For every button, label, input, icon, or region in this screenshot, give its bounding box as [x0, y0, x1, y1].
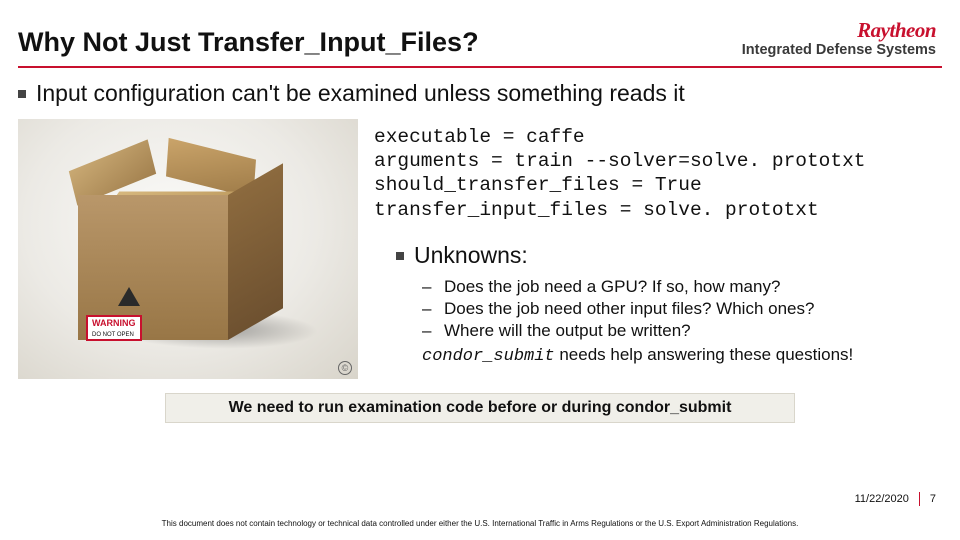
- list-item: – Does the job need a GPU? If so, how ma…: [422, 277, 942, 297]
- logo-brand-text: Raytheon: [857, 20, 936, 41]
- list-item-text: Does the job need other input files? Whi…: [444, 299, 814, 319]
- copyright-icon: ©: [338, 361, 352, 375]
- logo-subtitle-text: Integrated Defense Systems: [742, 43, 936, 58]
- square-bullet-icon: [396, 252, 404, 260]
- dash-bullet-icon: –: [422, 299, 434, 319]
- cardboard-box: WARNING DO NOT OPEN: [78, 159, 228, 209]
- dash-bullet-icon: –: [422, 277, 434, 297]
- list-item-text: Does the job need a GPU? If so, how many…: [444, 277, 780, 297]
- content-columns: WARNING DO NOT OPEN © executable = caffe…: [18, 119, 942, 379]
- callout-box: We need to run examination code before o…: [165, 393, 795, 423]
- code-snippet: executable = caffe arguments = train --s…: [374, 125, 942, 223]
- unknowns-heading-row: Unknowns:: [396, 242, 942, 269]
- warning-label-text: WARNING: [92, 318, 136, 328]
- hazard-triangle-icon: [118, 287, 140, 306]
- unknowns-list: – Does the job need a GPU? If so, how ma…: [422, 277, 942, 341]
- dash-bullet-icon: –: [422, 321, 434, 341]
- footer-date: 11/22/2020: [855, 493, 909, 505]
- brand-logo: Raytheon Integrated Defense Systems: [742, 20, 936, 58]
- footer-divider: [919, 492, 920, 506]
- text-column: executable = caffe arguments = train --s…: [374, 119, 942, 379]
- export-disclaimer: This document does not contain technolog…: [0, 519, 960, 528]
- unknowns-heading: Unknowns:: [414, 242, 528, 269]
- slide-footer: 11/22/2020 7: [855, 492, 936, 506]
- list-item: – Does the job need other input files? W…: [422, 299, 942, 319]
- list-item-text: Where will the output be written?: [444, 321, 691, 341]
- square-bullet-icon: [18, 90, 26, 98]
- page-title: Why Not Just Transfer_Input_Files?: [18, 27, 479, 58]
- warning-box-illustration: WARNING DO NOT OPEN ©: [18, 119, 358, 379]
- help-code-text: condor_submit: [422, 347, 555, 366]
- image-column: WARNING DO NOT OPEN ©: [18, 119, 358, 379]
- bullet-1: Input configuration can't be examined un…: [18, 80, 942, 107]
- warning-sticker: WARNING DO NOT OPEN: [86, 315, 142, 341]
- help-line: condor_submit needs help answering these…: [422, 345, 942, 366]
- slide-header: Why Not Just Transfer_Input_Files? Rayth…: [0, 0, 960, 62]
- footer-page-number: 7: [930, 493, 936, 505]
- bullet-1-text: Input configuration can't be examined un…: [36, 80, 685, 107]
- warning-sub-text: DO NOT OPEN: [92, 332, 134, 338]
- slide-body: Input configuration can't be examined un…: [0, 68, 960, 423]
- help-rest-text: needs help answering these questions!: [555, 345, 854, 364]
- box-front-face: WARNING DO NOT OPEN: [78, 195, 228, 340]
- box-side-face: [228, 163, 283, 340]
- list-item: – Where will the output be written?: [422, 321, 942, 341]
